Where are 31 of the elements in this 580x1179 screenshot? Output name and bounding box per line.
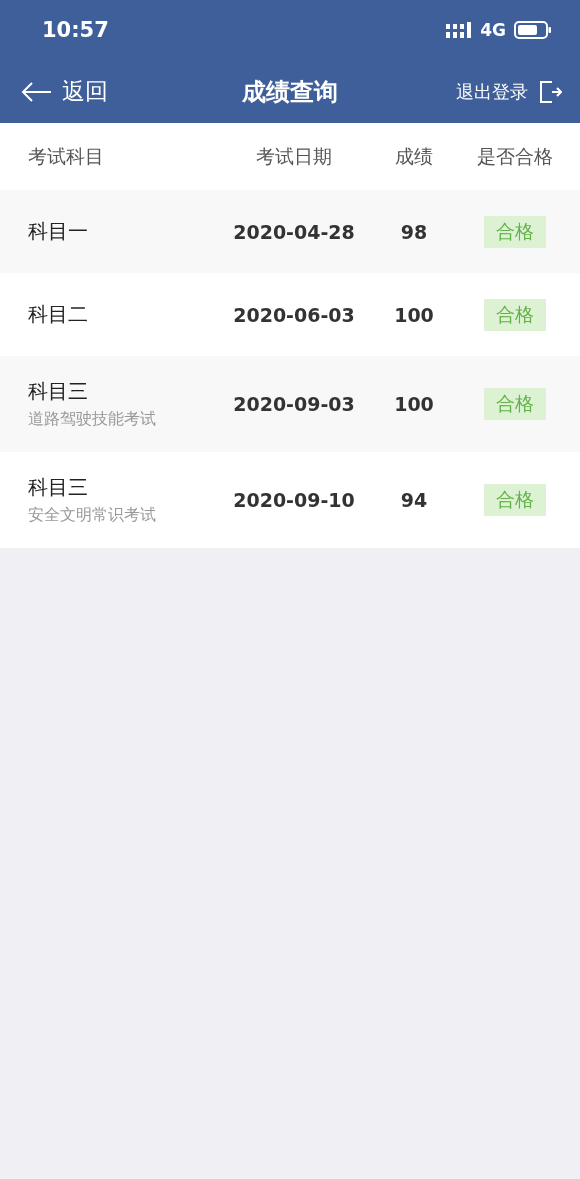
logout-button[interactable]: 退出登录: [456, 79, 562, 104]
signal-icon: [446, 22, 473, 38]
subject-description: 安全文明常识考试: [28, 505, 157, 526]
back-arrow-icon: [20, 80, 52, 103]
back-button[interactable]: 返回: [20, 76, 108, 107]
exam-score: 100: [394, 393, 434, 415]
subject-description: 道路驾驶技能考试: [28, 409, 157, 430]
exam-score: 100: [394, 303, 434, 326]
exam-date: 2020-09-03: [233, 393, 355, 415]
result-badge: 合格: [484, 484, 546, 516]
exam-date: 2020-06-03: [233, 303, 355, 326]
page-title: 成绩查询: [242, 77, 338, 106]
result-badge: 合格: [484, 388, 546, 420]
exam-score: 94: [400, 489, 428, 511]
subject-name: 科目一: [28, 218, 89, 245]
exam-date: 2020-04-28: [233, 220, 355, 243]
result-badge: 合格: [484, 215, 546, 248]
subject-name: 科目三: [28, 378, 89, 405]
result-badge: 合格: [484, 298, 546, 331]
exam-date: 2020-09-10: [233, 489, 355, 511]
exam-score: 98: [400, 220, 428, 243]
network-label: 4G: [480, 20, 506, 40]
subject-name: 科目二: [28, 301, 89, 328]
status-time: 10:57: [42, 18, 110, 42]
logout-icon: [538, 79, 562, 104]
battery-icon: [514, 21, 552, 39]
column-header: 是否合格: [477, 143, 553, 169]
column-header: 考试日期: [256, 143, 332, 169]
column-header: 成绩: [395, 143, 433, 169]
column-header: 考试科目: [28, 143, 104, 169]
subject-name: 科目三: [28, 474, 89, 501]
